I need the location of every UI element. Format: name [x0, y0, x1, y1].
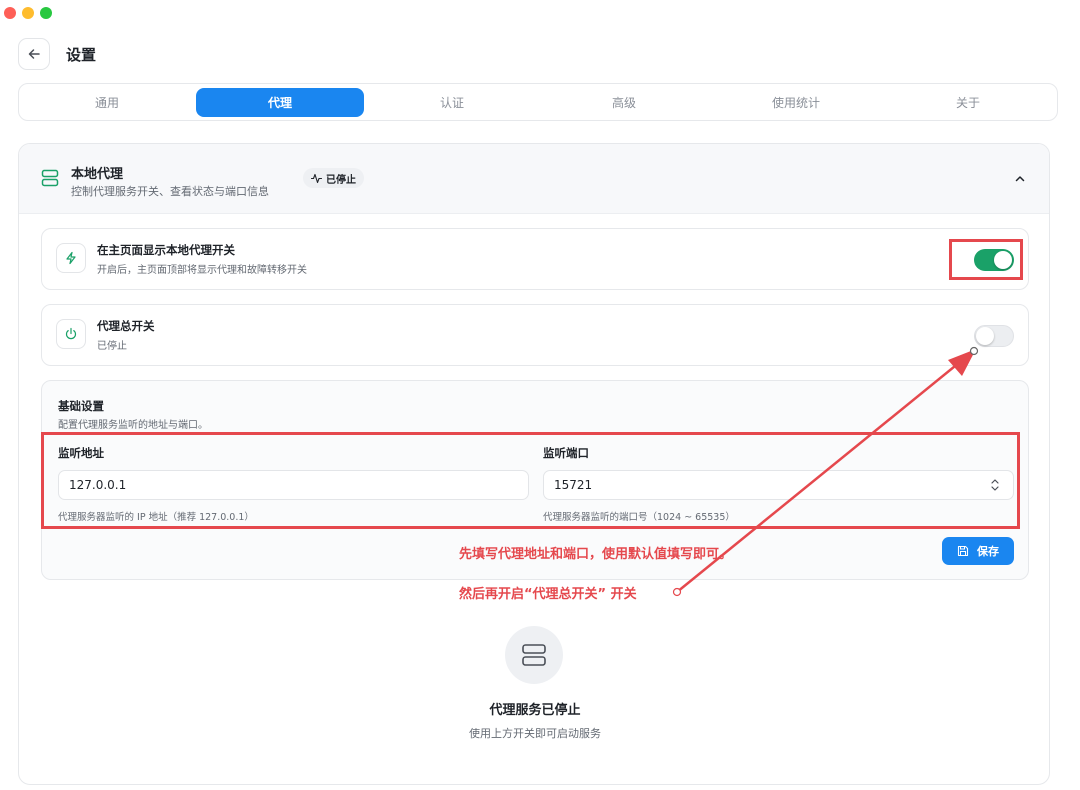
close-window-button[interactable]: [4, 7, 16, 19]
tab-usage-stats[interactable]: 使用统计: [712, 88, 880, 117]
lightning-icon: [66, 251, 76, 265]
window-titlebar: [0, 0, 1080, 26]
show-proxy-toggle-card: 在主页面显示本地代理开关 开启后，主页面顶部将显示代理和故障转移开关: [41, 228, 1029, 290]
status-badge: 已停止: [303, 168, 364, 188]
card-subtitle: 已停止: [97, 341, 127, 352]
card-icon-wrapper: [56, 319, 86, 349]
tab-proxy[interactable]: 代理: [196, 88, 364, 117]
maximize-window-button[interactable]: [40, 7, 52, 19]
save-button[interactable]: 保存: [942, 537, 1014, 565]
page-title: 设置: [66, 46, 97, 64]
card-title: 代理总开关: [97, 319, 155, 333]
tab-auth[interactable]: 认证: [368, 88, 536, 117]
server-icon: [522, 644, 546, 666]
highlight-box-fields: [41, 432, 1020, 529]
chevron-up-icon[interactable]: [1013, 172, 1027, 186]
master-proxy-toggle[interactable]: [974, 325, 1014, 347]
back-button[interactable]: [18, 38, 50, 70]
basic-settings-subtitle: 配置代理服务监听的地址与端口。: [58, 420, 208, 431]
section-title: 本地代理: [71, 167, 124, 182]
tab-advanced[interactable]: 高级: [540, 88, 708, 117]
server-stack-icon: [41, 169, 59, 187]
tab-about[interactable]: 关于: [884, 88, 1052, 117]
settings-tabs: 通用 代理 认证 高级 使用统计 关于: [18, 83, 1058, 121]
power-icon: [65, 327, 77, 340]
tab-general[interactable]: 通用: [23, 88, 191, 117]
save-icon: [957, 545, 969, 557]
basic-settings-title: 基础设置: [58, 399, 104, 413]
empty-state-subtitle: 使用上方开关即可启动服务: [469, 727, 601, 740]
annotation-step2: 然后再开启“代理总开关” 开关: [459, 587, 637, 602]
activity-icon: [311, 173, 322, 183]
empty-state-icon-wrapper: [505, 626, 563, 684]
card-subtitle: 开启后，主页面顶部将显示代理和故障转移开关: [97, 265, 307, 276]
highlight-box-toggle: [949, 239, 1023, 280]
save-label: 保存: [977, 545, 999, 558]
status-text: 已停止: [326, 174, 356, 186]
annotation-step1: 先填写代理地址和端口，使用默认值填写即可。: [459, 547, 733, 562]
empty-state-title: 代理服务已停止: [489, 703, 581, 718]
master-switch-card: 代理总开关 已停止: [41, 304, 1029, 366]
card-icon-wrapper: [56, 243, 86, 273]
minimize-window-button[interactable]: [22, 7, 34, 19]
arrow-left-icon: [28, 49, 40, 59]
card-title: 在主页面显示本地代理开关: [97, 243, 235, 257]
section-header[interactable]: 本地代理 控制代理服务开关、查看状态与端口信息 已停止: [19, 144, 1049, 214]
section-subtitle: 控制代理服务开关、查看状态与端口信息: [71, 185, 269, 198]
